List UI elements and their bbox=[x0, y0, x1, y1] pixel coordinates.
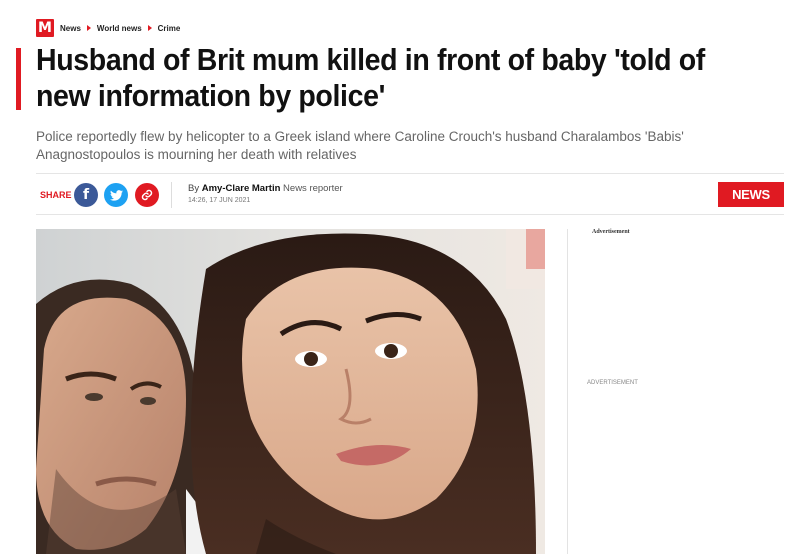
breadcrumb-world-news[interactable]: World news bbox=[97, 24, 142, 33]
link-icon bbox=[141, 189, 153, 201]
breadcrumb: M News World news Crime bbox=[36, 18, 180, 38]
facebook-share-button[interactable]: f bbox=[74, 183, 98, 207]
facebook-icon: f bbox=[82, 187, 90, 203]
article-headline: Husband of Brit mum killed in front of b… bbox=[36, 42, 705, 113]
chevron-right-icon bbox=[86, 25, 91, 31]
twitter-share-button[interactable] bbox=[104, 183, 128, 207]
share-label: SHARE bbox=[40, 190, 72, 200]
article-hero-image[interactable] bbox=[36, 229, 545, 554]
byline-prefix: By bbox=[188, 183, 200, 194]
headline-accent-bar bbox=[16, 48, 21, 110]
author-role: News reporter bbox=[283, 183, 343, 194]
publish-timestamp: 14:26, 17 JUN 2021 bbox=[188, 197, 251, 204]
mirror-logo[interactable]: M bbox=[36, 19, 54, 37]
copy-link-button[interactable] bbox=[135, 183, 159, 207]
byline: By Amy-Clare Martin News reporter bbox=[188, 183, 343, 194]
breadcrumb-news[interactable]: News bbox=[60, 24, 81, 33]
ad-label-top: Advertisement bbox=[592, 229, 630, 235]
breadcrumb-crime[interactable]: Crime bbox=[158, 24, 181, 33]
twitter-icon bbox=[109, 189, 123, 201]
article-meta-bar: SHARE f By Amy-Clare Martin News reporte… bbox=[36, 173, 784, 215]
chevron-right-icon bbox=[147, 25, 152, 31]
photo-illustration bbox=[36, 229, 545, 554]
meta-divider bbox=[171, 182, 172, 208]
sidebar: Advertisement ADVERTISEMENT bbox=[567, 229, 785, 554]
ad-label-mid: ADVERTISEMENT bbox=[587, 380, 638, 386]
section-badge-news[interactable]: NEWS bbox=[718, 182, 784, 207]
article-standfirst: Police reportedly flew by helicopter to … bbox=[36, 129, 684, 162]
author-link[interactable]: Amy-Clare Martin bbox=[202, 183, 281, 194]
